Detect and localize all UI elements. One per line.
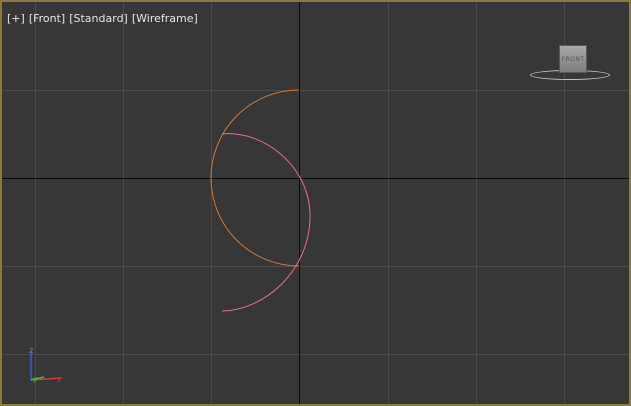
viewport-display-mode[interactable]: [Wireframe] [132,12,198,25]
viewcube-icon[interactable]: FRONT [526,42,614,84]
viewport-label: [+] [Front] [Standard] [Wireframe] [7,12,198,25]
viewport-point-of-view[interactable]: [Front] [29,12,65,25]
axis-tripod-icon: z y x [29,346,63,384]
viewport-shading-standard[interactable]: [Standard] [69,12,128,25]
front-viewport[interactable]: z y x [+] [Front] [Standard] [Wireframe]… [0,0,631,406]
axis-y-label: y [33,375,37,383]
viewport-menu-plus[interactable]: [+] [7,12,25,25]
axis-x-label: x [57,376,61,384]
axis-z-label: z [29,346,33,355]
viewcube-front-face[interactable]: FRONT [559,45,587,73]
pink-arc-shape[interactable] [221,133,311,312]
